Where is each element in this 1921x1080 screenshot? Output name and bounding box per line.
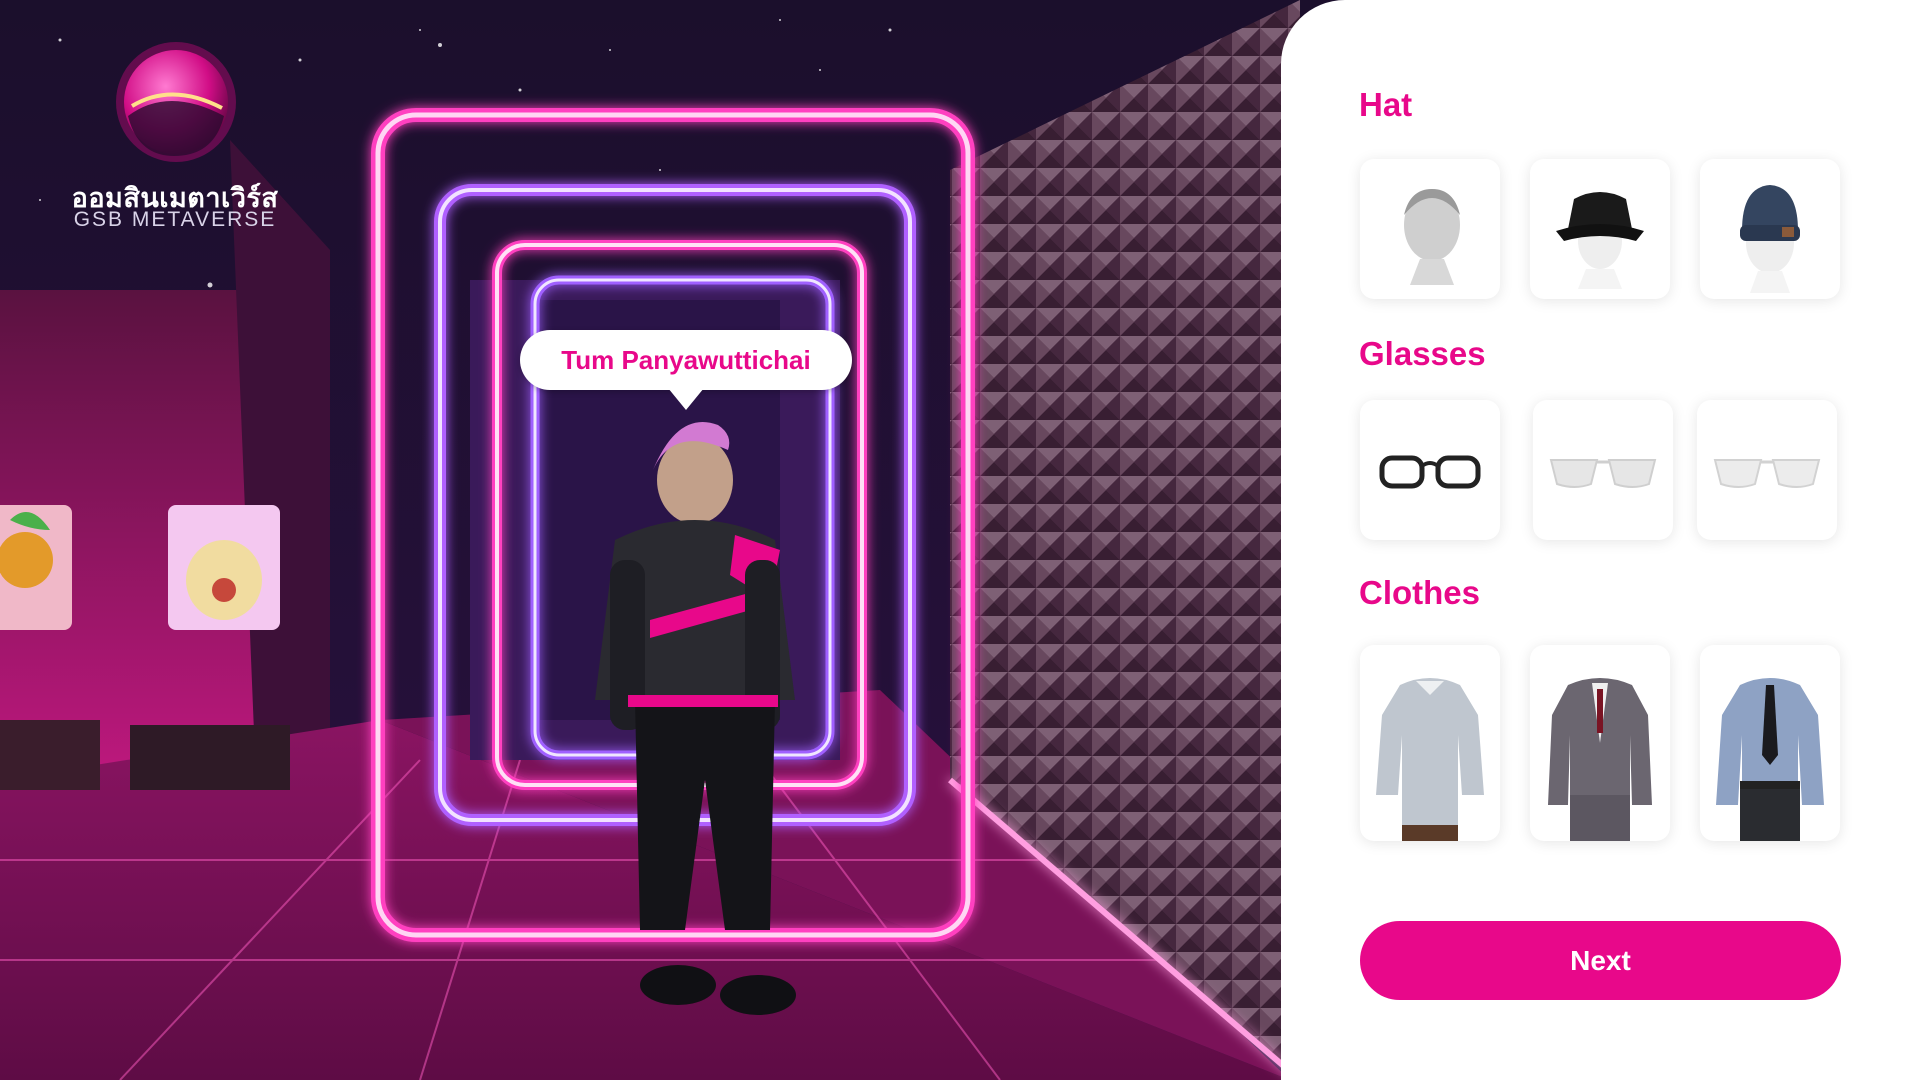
hat-option-bald[interactable]: [1360, 159, 1500, 299]
blue-shirt-tie-icon: [1716, 678, 1824, 841]
next-button[interactable]: Next: [1360, 921, 1841, 1000]
avatar-name-bubble: Tum Panyawuttichai: [520, 330, 852, 410]
clothes-option-shirt-tie[interactable]: [1700, 645, 1840, 841]
gray-sweater-icon: [1376, 678, 1484, 841]
clothes-option-suit[interactable]: [1530, 645, 1670, 841]
bucket-hat-icon: [1556, 192, 1644, 289]
exhibit-board-left[interactable]: [0, 505, 72, 630]
gray-suit-icon: [1548, 678, 1652, 841]
clothes-section-title: Clothes: [1359, 574, 1481, 611]
gsb-metaverse-logo: ออมสินเมตาเวิร์ส GSB METAVERSE: [70, 36, 280, 236]
avatar-customizer-panel: Hat Glasses Clothes Next: [1281, 0, 1921, 1080]
black-frame-glasses-icon: [1379, 455, 1481, 489]
glasses-option-clear-1[interactable]: [1533, 400, 1673, 540]
hat-section-title: Hat: [1359, 86, 1413, 123]
glasses-section-title: Glasses: [1359, 335, 1486, 372]
logo-orb-icon: [116, 42, 236, 162]
clear-glasses-icon: [1713, 459, 1821, 488]
bald-head-icon: [1404, 189, 1460, 285]
glasses-option-clear-2[interactable]: [1697, 400, 1837, 540]
glasses-option-black-frame[interactable]: [1360, 400, 1500, 540]
logo-english-text: GSB METAVERSE: [73, 208, 277, 231]
hat-option-bucket[interactable]: [1530, 159, 1670, 299]
clear-glasses-icon: [1549, 459, 1657, 488]
beanie-icon: [1740, 185, 1800, 293]
exhibit-board-right[interactable]: [168, 505, 280, 630]
hat-option-beanie[interactable]: [1700, 159, 1840, 299]
clothes-option-sweater[interactable]: [1360, 645, 1500, 841]
